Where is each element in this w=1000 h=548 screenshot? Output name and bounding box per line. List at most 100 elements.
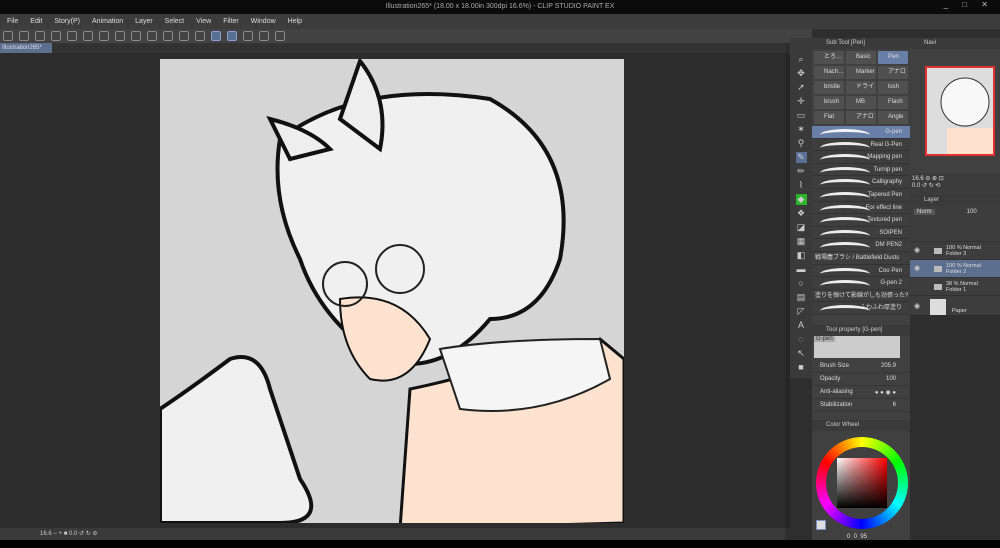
layer-row[interactable]: 38 % Normal Folder 1: [910, 278, 1000, 296]
loading-icon[interactable]: [99, 31, 109, 41]
eye-icon[interactable]: ◉: [910, 303, 924, 310]
group-button[interactable]: Pen: [878, 51, 908, 64]
brush-item[interactable]: 塗りを弾けて影線がしも効張った?: [812, 289, 910, 303]
frame-tool-icon[interactable]: ▤: [796, 292, 807, 303]
opacity-value[interactable]: 100: [886, 376, 896, 382]
group-button[interactable]: アナロ: [846, 111, 876, 124]
brush-item[interactable]: Tapered Pen: [812, 188, 910, 202]
companion-icon[interactable]: [275, 31, 285, 41]
eraser-tool-icon[interactable]: ◪: [796, 222, 807, 233]
stabilization-value[interactable]: 6: [893, 402, 896, 408]
group-button[interactable]: Basic: [846, 51, 876, 64]
group-button[interactable]: Nach…: [814, 66, 844, 79]
brush-item[interactable]: G-pen 2: [812, 277, 910, 290]
eye-icon[interactable]: ◉: [910, 265, 924, 272]
fill-tool-icon[interactable]: ◧: [796, 250, 807, 261]
undo-icon[interactable]: [67, 31, 77, 41]
snap-special-ruler-icon[interactable]: [227, 31, 237, 41]
antialias-options[interactable]: ● ● ◉ ●: [875, 389, 896, 396]
drawing-canvas[interactable]: [160, 59, 624, 523]
menu-animation[interactable]: Animation: [92, 18, 123, 25]
navigator-preview[interactable]: [925, 66, 995, 156]
window-controls[interactable]: _ □ ✕: [944, 0, 994, 9]
main-color-swatch[interactable]: [816, 520, 826, 530]
saturation-value-square[interactable]: [837, 458, 887, 508]
group-button[interactable]: bristle: [814, 81, 844, 94]
transform-icon[interactable]: [147, 31, 157, 41]
menu-file[interactable]: File: [7, 18, 18, 25]
group-button[interactable]: とろ…: [814, 51, 844, 64]
gradient-tool-icon[interactable]: ▬: [796, 264, 807, 275]
brush-item[interactable]: For effect line: [812, 201, 910, 215]
antialias-row[interactable]: Anti-aliasing ● ● ◉ ●: [812, 386, 910, 399]
new-file-icon[interactable]: [19, 31, 29, 41]
brush-tool-icon[interactable]: ⌇: [796, 180, 807, 191]
color-swatch-icon[interactable]: ■: [796, 362, 807, 373]
layer-opacity[interactable]: 100: [967, 209, 977, 215]
group-button[interactable]: Angle: [878, 111, 908, 124]
correct-line-icon[interactable]: ↖: [796, 348, 807, 359]
group-button[interactable]: Marker: [846, 66, 876, 79]
open-file-icon[interactable]: [35, 31, 45, 41]
menu-layer[interactable]: Layer: [135, 18, 153, 25]
redo-icon[interactable]: [83, 31, 93, 41]
group-button[interactable]: MB: [846, 96, 876, 109]
brush-item[interactable]: Turnip pen: [812, 163, 910, 177]
brush-item[interactable]: G-pen: [812, 126, 910, 139]
layer-move-icon[interactable]: ✛: [796, 96, 807, 107]
rotation-angle[interactable]: 0.0: [69, 531, 77, 537]
stabilization-row[interactable]: Stabilization 6: [812, 399, 910, 412]
fill-icon[interactable]: [131, 31, 141, 41]
group-button[interactable]: losh: [878, 81, 908, 94]
eye-icon[interactable]: ◉: [910, 247, 924, 254]
menu-filter[interactable]: Filter: [223, 18, 239, 25]
snap-ruler-icon[interactable]: [211, 31, 221, 41]
brush-item[interactable]: Real G-Pen: [812, 138, 910, 152]
brush-item[interactable]: Calligraphy: [812, 176, 910, 189]
snap-grid-icon[interactable]: [243, 31, 253, 41]
layer-row[interactable]: ◉ 100 % Normal Folder 2: [910, 260, 1000, 278]
move-tool-icon[interactable]: ✥: [796, 68, 807, 79]
zoom-level[interactable]: 16.6: [40, 531, 52, 537]
balloon-tool-icon[interactable]: ◌: [796, 334, 807, 345]
device-icon[interactable]: [259, 31, 269, 41]
text-tool-icon[interactable]: A: [796, 320, 807, 331]
invert-selection-icon[interactable]: [179, 31, 189, 41]
group-button[interactable]: Flat: [814, 111, 844, 124]
blend-mode-select[interactable]: Norm: [914, 209, 935, 215]
save-icon[interactable]: [51, 31, 61, 41]
brush-size-value[interactable]: 205.9: [881, 363, 896, 369]
group-button[interactable]: ドライ: [846, 81, 876, 94]
brush-item[interactable]: Textured pen: [812, 214, 910, 227]
operation-tool-icon[interactable]: ➚: [796, 82, 807, 93]
menu-help[interactable]: Help: [288, 18, 302, 25]
menu-edit[interactable]: Edit: [30, 18, 42, 25]
brush-item[interactable]: DM PEN2: [812, 239, 910, 252]
brush-item[interactable]: SOIPEN: [812, 226, 910, 240]
menu-view[interactable]: View: [196, 18, 211, 25]
opacity-row[interactable]: Opacity 100: [812, 373, 910, 386]
clip-studio-icon[interactable]: [3, 31, 13, 41]
menu-story[interactable]: Story(P): [54, 18, 80, 25]
figure-tool-icon[interactable]: ○: [796, 278, 807, 289]
zoom-tool-icon[interactable]: ⌕: [796, 54, 807, 65]
group-button[interactable]: brush: [814, 96, 844, 109]
deselect-icon[interactable]: [163, 31, 173, 41]
blend-tool-icon[interactable]: ▦: [796, 236, 807, 247]
eyedropper-icon[interactable]: ⚲: [796, 138, 807, 149]
pen-tool-icon[interactable]: ✎: [795, 152, 807, 163]
tab-illustration[interactable]: Illustration265*: [0, 43, 52, 53]
airbrush-tool-icon[interactable]: ◆: [795, 194, 807, 205]
clear-icon[interactable]: [115, 31, 125, 41]
group-button[interactable]: Flash: [878, 96, 908, 109]
brush-size-row[interactable]: Brush Size 205.9: [812, 360, 910, 373]
group-button[interactable]: アナロ: [878, 66, 908, 79]
brush-item[interactable]: Coo Pen: [812, 264, 910, 278]
menu-select[interactable]: Select: [165, 18, 184, 25]
pencil-tool-icon[interactable]: ✏: [796, 166, 807, 177]
brush-item[interactable]: ふわふわ厚塗り: [812, 302, 910, 315]
menu-window[interactable]: Window: [251, 18, 276, 25]
brush-item[interactable]: 戦場塵ブラシ / Battlefield Dusts: [812, 251, 910, 265]
brush-item[interactable]: Mapping pen: [812, 151, 910, 164]
navigator-angle[interactable]: 0.0: [912, 183, 920, 189]
